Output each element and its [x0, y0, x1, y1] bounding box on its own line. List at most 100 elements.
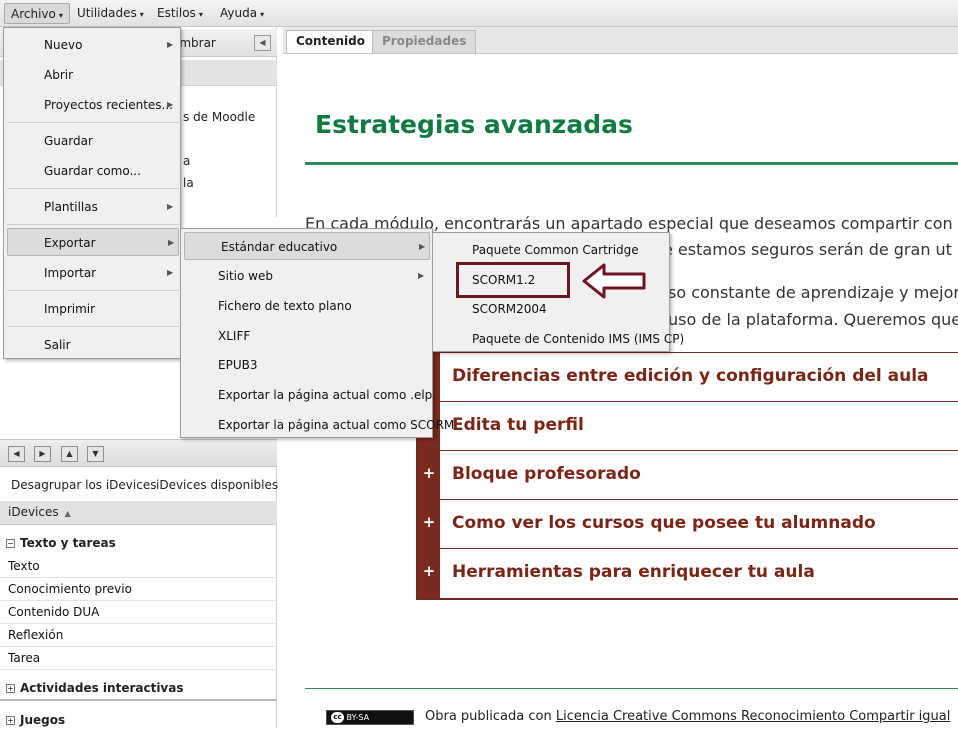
idevice-item[interactable]: Reflexión — [0, 624, 277, 647]
menu-item-label: Abrir — [44, 68, 74, 82]
chevron-right-icon: ▶ — [167, 100, 174, 109]
plus-icon[interactable]: + — [418, 464, 440, 482]
paragraph-line: uso de la plataforma. Queremos que — [668, 310, 958, 329]
menu-separator — [7, 224, 179, 225]
chevron-right-icon: ▶ — [167, 202, 174, 211]
menu-item-label: Exportar la página actual como .elp. — [218, 388, 437, 402]
tab-contenido[interactable]: Contenido — [286, 30, 375, 53]
tree-node[interactable]: la — [183, 176, 194, 190]
menubar: Archivo ▾ Utilidades ▾ Estilos ▾ Ayuda ▾ — [0, 0, 958, 27]
menu-estilos[interactable]: Estilos ▾ — [151, 3, 209, 24]
menu-item-label: Sitio web — [218, 269, 273, 283]
menu-separator — [7, 326, 179, 327]
node-nav-bar: ◀ ▶ ▲ ▼ — [0, 439, 277, 467]
arrow-right-icon[interactable]: ▶ — [34, 446, 51, 462]
menu-item-label: Estándar educativo — [221, 240, 338, 254]
menu-item-common-cartridge[interactable]: Paquete Common Cartridge — [436, 236, 668, 264]
menu-item-exportar[interactable]: Exportar ▶ — [7, 228, 179, 256]
tree-node[interactable]: s de Moodle — [183, 110, 255, 124]
editor-tabs: Contenido Propiedades — [283, 27, 958, 54]
category-label: Texto y tareas — [20, 536, 116, 550]
menu-item-exportar-scorm[interactable]: Exportar la página actual como SCORM — [184, 411, 454, 439]
menu-ayuda-label: Ayuda — [220, 6, 258, 20]
idevice-item[interactable]: Contenido DUA — [0, 601, 277, 624]
archivo-dropdown: Nuevo ▶ Abrir Proyectos recientes... ▶ Gua… — [3, 27, 181, 359]
accordion-item[interactable]: Diferencias entre edición y configuració… — [440, 352, 958, 401]
idevice-item[interactable]: Conocimiento previo — [0, 578, 277, 601]
license-badge-text: BY-SA — [346, 713, 370, 722]
menu-utilidades[interactable]: Utilidades ▾ — [71, 3, 150, 24]
creative-commons-icon[interactable]: cc BY-SA — [326, 710, 414, 725]
accordion: Diferencias entre edición y configuració… — [416, 352, 958, 600]
menu-item-label: Paquete de Contenido IMS (IMS CP) — [472, 332, 685, 346]
arrow-up-icon[interactable]: ▲ — [61, 446, 78, 462]
menu-item-nuevo[interactable]: Nuevo ▶ — [7, 31, 179, 59]
arrow-left-icon[interactable]: ◀ — [8, 446, 25, 462]
category-texto-y-tareas[interactable]: − Texto y tareas — [0, 532, 277, 554]
tab-propiedades[interactable]: Propiedades — [372, 30, 477, 53]
tree-node[interactable]: a — [183, 154, 190, 168]
menu-item-sitio-web[interactable]: Sitio web ▶ — [184, 262, 430, 290]
plus-icon[interactable]: + — [418, 562, 440, 580]
chevron-right-icon: ▶ — [167, 268, 174, 277]
expand-box-icon: + — [6, 716, 15, 725]
title-divider — [305, 162, 958, 165]
menu-item-label: Exportar — [44, 236, 96, 250]
menu-archivo[interactable]: Archivo ▾ — [4, 3, 70, 24]
menu-item-imprimir[interactable]: Imprimir — [7, 295, 179, 323]
menu-item-proyectos-recientes[interactable]: Proyectos recientes... ▶ — [7, 91, 179, 119]
menu-item-exportar-elp[interactable]: Exportar la página actual como .elp. — [184, 381, 436, 409]
tab-available-idevices[interactable]: iDevices disponibles — [156, 478, 278, 492]
menu-item-salir[interactable]: Salir — [7, 331, 179, 359]
menu-item-abrir[interactable]: Abrir — [7, 61, 179, 89]
collapse-box-icon: − — [6, 539, 15, 548]
accordion-label: Como ver los cursos que posee tu alumnad… — [452, 513, 876, 533]
chevron-right-icon: ▶ — [419, 242, 426, 251]
menu-item-label: Exportar la página actual como SCORM — [218, 418, 455, 432]
category-actividades-interactivas[interactable]: + Actividades interactivas — [0, 677, 277, 701]
menu-item-guardar-como[interactable]: Guardar como... — [7, 157, 179, 185]
menu-item-plantillas[interactable]: Plantillas ▶ — [7, 193, 179, 221]
menu-item-epub3[interactable]: EPUB3 — [184, 351, 430, 379]
menu-separator — [7, 122, 179, 123]
menu-item-label: Importar — [44, 266, 97, 280]
category-label: Juegos — [20, 713, 66, 727]
tab-ungroup-idevices[interactable]: Desagrupar los iDevices — [11, 478, 156, 492]
accordion-item[interactable]: Edita tu perfil — [440, 401, 958, 450]
collapse-left-icon[interactable]: ◀ — [254, 35, 271, 51]
accordion-item[interactable]: + Herramientas para enriquecer tu aula — [423, 548, 958, 597]
license-link[interactable]: Licencia Creative Commons Reconocimiento… — [556, 709, 951, 724]
menu-utilidades-label: Utilidades — [77, 6, 137, 20]
exportar-submenu: Estándar educativo ▶ Sitio web ▶ Fichero d… — [180, 228, 454, 439]
menu-item-label: Fichero de texto plano — [218, 299, 352, 313]
paragraph-line: so constante de aprendizaje y mejor — [668, 283, 958, 302]
menu-estilos-label: Estilos — [157, 6, 196, 20]
arrow-down-icon[interactable]: ▼ — [87, 446, 104, 462]
accordion-item[interactable]: + Bloque profesorado — [423, 450, 958, 499]
annotation-highlight-box — [456, 262, 570, 298]
chevron-down-icon: ▾ — [58, 11, 63, 20]
menu-item-texto-plano[interactable]: Fichero de texto plano — [184, 292, 430, 320]
idevice-item[interactable]: Texto — [0, 555, 277, 578]
menu-item-estandar-educativo[interactable]: Estándar educativo ▶ — [184, 232, 430, 260]
menu-item-label: SCORM2004 — [472, 302, 547, 316]
menu-item-label: Nuevo — [44, 38, 83, 52]
chevron-down-icon: ▾ — [198, 10, 203, 19]
menu-item-label: Imprimir — [44, 302, 96, 316]
chevron-down-icon: ▾ — [260, 10, 265, 19]
menu-ayuda[interactable]: Ayuda ▾ — [214, 3, 270, 24]
category-label: Actividades interactivas — [20, 681, 184, 695]
menu-item-importar[interactable]: Importar ▶ — [7, 259, 179, 287]
menu-item-ims-cp[interactable]: Paquete de Contenido IMS (IMS CP) — [436, 325, 684, 353]
pointer-arrow-icon — [582, 263, 646, 299]
menu-separator — [7, 188, 179, 189]
menu-item-label: EPUB3 — [218, 358, 258, 372]
menu-item-guardar[interactable]: Guardar — [7, 127, 179, 155]
idevices-heading[interactable]: iDevices ▲ — [0, 501, 277, 525]
accordion-label: Edita tu perfil — [452, 415, 584, 435]
plus-icon[interactable]: + — [418, 513, 440, 531]
menu-item-xliff[interactable]: XLIFF — [184, 322, 430, 350]
accordion-item[interactable]: + Como ver los cursos que posee tu alumn… — [423, 499, 958, 548]
idevice-item[interactable]: Tarea — [0, 647, 277, 670]
chevron-right-icon: ▶ — [167, 40, 174, 49]
